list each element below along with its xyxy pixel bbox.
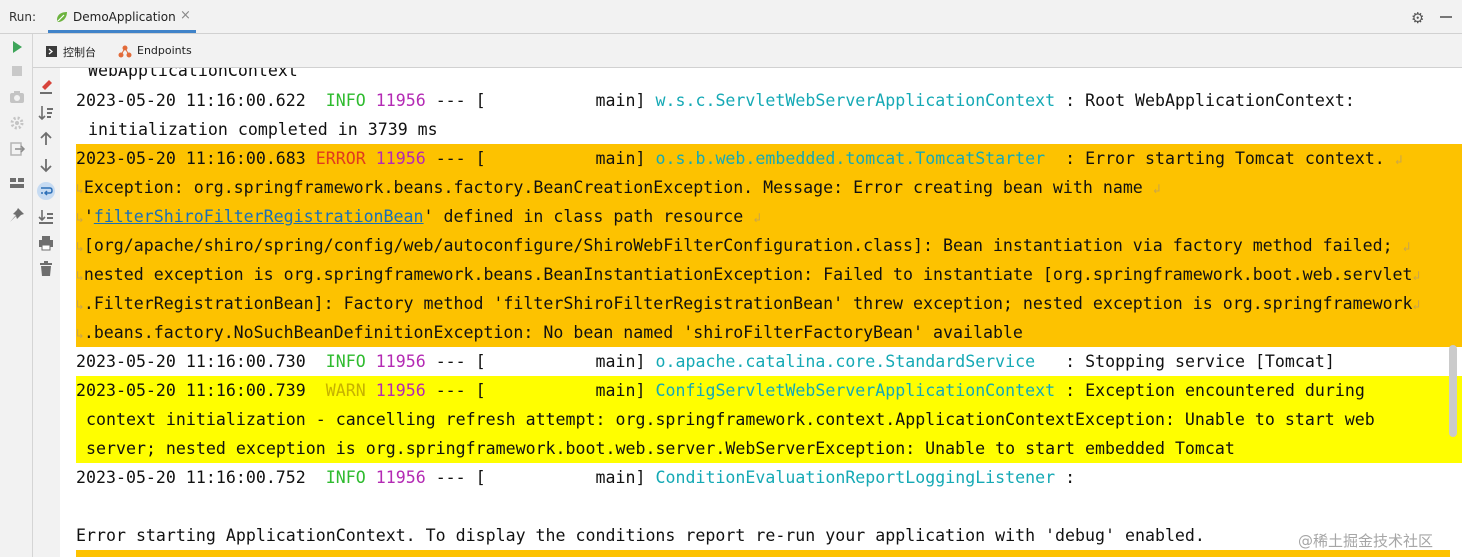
vertical-scrollbar[interactable] bbox=[1449, 345, 1457, 437]
print-icon[interactable] bbox=[37, 234, 55, 252]
log-line-error-cont: ↳.FilterRegistrationBean]: Factory metho… bbox=[76, 289, 1462, 318]
console-actions-bar bbox=[33, 34, 60, 557]
log-line-error-cont: ↳'filterShiroFilterRegistrationBean' def… bbox=[76, 202, 1462, 231]
log-line-warn-cont: server; nested exception is org.springfr… bbox=[76, 434, 1462, 463]
spring-boot-icon bbox=[57, 12, 67, 22]
camera-icon[interactable] bbox=[8, 88, 26, 106]
arrow-up-icon[interactable] bbox=[37, 130, 55, 148]
exit-icon[interactable] bbox=[8, 140, 26, 158]
scroll-to-end-icon[interactable] bbox=[37, 208, 55, 226]
next-error-line bbox=[76, 550, 1450, 557]
log-line-error-cont: ↳.beans.factory.NoSuchBeanDefinitionExce… bbox=[76, 318, 1462, 347]
console-tabs: 控制台 Endpoints bbox=[33, 34, 1462, 68]
console-icon bbox=[46, 46, 57, 57]
watermark: @稀土掘金技术社区 bbox=[1298, 532, 1434, 550]
log-line-info: 2023-05-20 11:16:00.752 INFO 11956 --- [… bbox=[76, 468, 1076, 487]
sort-down-icon[interactable] bbox=[37, 104, 55, 122]
bean-link[interactable]: filterShiroFilterRegistrationBean bbox=[94, 207, 424, 226]
pin-icon[interactable] bbox=[8, 206, 26, 224]
log-line-error-cont: ↳Exception: org.springframework.beans.fa… bbox=[76, 173, 1462, 202]
tab-demo-application[interactable]: DemoApplication × bbox=[48, 0, 196, 33]
endpoints-icon bbox=[118, 45, 132, 58]
trash-icon[interactable] bbox=[37, 260, 55, 278]
layout-icon[interactable] bbox=[8, 174, 26, 192]
tab-label: DemoApplication bbox=[73, 10, 176, 24]
log-line-plain: Error starting ApplicationContext. To di… bbox=[76, 526, 1205, 545]
log-line-error: 2023-05-20 11:16:00.683 ERROR 11956 --- … bbox=[76, 144, 1462, 173]
gear-icon[interactable]: ⚙ bbox=[1411, 9, 1424, 27]
log-line-cut: WebApplicationContext bbox=[88, 68, 298, 80]
run-actions-bar bbox=[0, 34, 33, 557]
tab-endpoints[interactable]: Endpoints bbox=[137, 44, 192, 57]
close-icon[interactable]: × bbox=[180, 8, 191, 23]
run-label: Run: bbox=[9, 10, 37, 24]
log-line-continuation: initialization completed in 3739 ms bbox=[88, 120, 438, 139]
log-line-info: 2023-05-20 11:16:00.622 INFO 11956 --- [… bbox=[76, 91, 1355, 110]
console-output[interactable]: WebApplicationContext 2023-05-20 11:16:0… bbox=[60, 68, 1462, 557]
log-line-error-cont: ↳[org/apache/shiro/spring/config/web/aut… bbox=[76, 231, 1462, 260]
stop-icon[interactable] bbox=[8, 62, 26, 80]
log-line-info: 2023-05-20 11:16:00.730 INFO 11956 --- [… bbox=[76, 352, 1335, 371]
settings-cog-icon[interactable] bbox=[8, 114, 26, 132]
log-line-warn: 2023-05-20 11:16:00.739 WARN 11956 --- [… bbox=[76, 376, 1462, 405]
soft-wrap-icon[interactable] bbox=[37, 182, 55, 200]
clear-brush-icon[interactable] bbox=[37, 78, 55, 96]
minimize-icon[interactable] bbox=[1440, 16, 1452, 18]
tab-console[interactable]: 控制台 bbox=[63, 44, 96, 60]
run-toolbar: Run: DemoApplication × ⚙ bbox=[0, 0, 1462, 34]
log-line-error-cont: ↳nested exception is org.springframework… bbox=[76, 260, 1462, 289]
rerun-icon[interactable] bbox=[8, 38, 26, 56]
arrow-down-icon[interactable] bbox=[37, 156, 55, 174]
log-line-warn-cont: context initialization - cancelling refr… bbox=[76, 405, 1462, 434]
